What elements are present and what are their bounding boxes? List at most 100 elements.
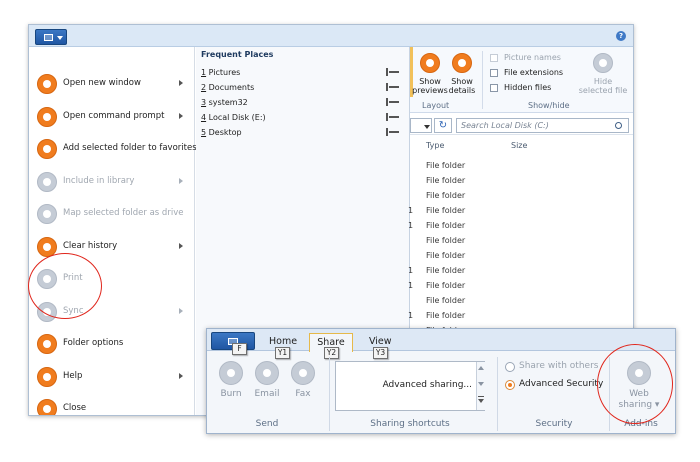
menu-item-icon xyxy=(37,106,57,127)
send-group-label: Send xyxy=(255,419,279,429)
menu-item-label: Close xyxy=(63,403,87,413)
submenu-arrow-icon xyxy=(179,372,183,379)
menu-item-label: Include in library xyxy=(63,175,135,186)
highlight-circle-sync xyxy=(28,253,102,319)
pin-icon[interactable] xyxy=(386,68,399,76)
file-type-cell[interactable]: File folder xyxy=(426,281,465,290)
advanced-sharing-item[interactable]: Advanced sharing... xyxy=(336,380,472,390)
keytip-home: Y1 xyxy=(275,347,290,359)
menu-item[interactable]: Folder options xyxy=(29,328,195,360)
highlight-circle-web-sharing xyxy=(597,344,673,424)
group-divider xyxy=(497,357,498,431)
truncated-date-cell: 1 xyxy=(408,266,414,275)
option-label: Advanced Security xyxy=(519,379,604,389)
window-icon xyxy=(44,34,53,41)
menu-item-icon xyxy=(37,74,57,94)
file-menu-button[interactable] xyxy=(35,29,67,45)
frequent-place-item[interactable]: 5 Desktop xyxy=(201,128,401,142)
menu-item-icon xyxy=(37,171,57,192)
menu-item-label: Open new window xyxy=(63,78,141,88)
share-with-others-option[interactable]: Share with others xyxy=(505,361,605,375)
menu-item-label: Open command prompt xyxy=(63,110,165,121)
sharing-shortcuts-group-label: Sharing shortcuts xyxy=(370,419,450,429)
pin-icon[interactable] xyxy=(386,98,399,106)
email-button[interactable]: Email xyxy=(253,361,281,403)
menu-item-label: Folder options xyxy=(63,338,124,348)
file-type-cell[interactable]: File folder xyxy=(426,221,465,230)
option-label: Share with others xyxy=(519,361,599,371)
frequent-place-item[interactable]: 4 Local Disk (E:) xyxy=(201,113,401,127)
file-type-cell[interactable]: File folder xyxy=(426,251,465,260)
frequent-place-item[interactable]: 1 Pictures xyxy=(201,68,401,82)
truncated-date-cell: 1 xyxy=(408,311,414,320)
menu-item-label: Help xyxy=(63,370,83,381)
truncated-date-cell: 1 xyxy=(408,206,414,215)
file-type-cell[interactable]: File folder xyxy=(426,206,465,215)
group-divider xyxy=(329,357,330,431)
expand-gallery-icon[interactable] xyxy=(478,399,484,403)
tab-view[interactable]: View xyxy=(369,336,392,347)
keytip-share: Y2 xyxy=(324,347,339,359)
place-label: Pictures xyxy=(208,68,241,77)
menu-item-label: Add selected folder to favorites xyxy=(63,143,197,153)
submenu-arrow-icon xyxy=(179,80,183,86)
pin-icon[interactable] xyxy=(386,113,399,121)
menu-item-icon xyxy=(37,399,57,415)
file-type-cell[interactable]: File folder xyxy=(426,266,465,275)
scroll-up-icon[interactable] xyxy=(478,366,484,370)
pin-icon[interactable] xyxy=(386,83,399,91)
pin-icon[interactable] xyxy=(386,128,399,136)
file-type-cell[interactable]: File folder xyxy=(426,311,465,320)
email-label: Email xyxy=(254,389,280,399)
menu-item[interactable]: Open new window xyxy=(29,68,195,100)
truncated-date-cell: 1 xyxy=(408,281,414,290)
menu-item-icon xyxy=(37,204,57,224)
file-type-cell[interactable]: File folder xyxy=(426,236,465,245)
submenu-arrow-icon xyxy=(179,307,183,314)
file-type-cell[interactable]: File folder xyxy=(426,176,465,185)
sharing-gallery[interactable]: Advanced sharing... xyxy=(335,361,485,411)
menu-item-icon xyxy=(37,139,57,159)
menu-item[interactable]: Include in library xyxy=(29,166,195,198)
file-menu: Open new window Open command prompt Add se… xyxy=(29,47,197,415)
file-type-cell[interactable]: File folder xyxy=(426,191,465,200)
place-label: Desktop xyxy=(208,128,242,137)
submenu-arrow-icon xyxy=(179,177,183,184)
submenu-arrow-icon xyxy=(179,242,183,249)
menu-item[interactable]: Help xyxy=(29,361,195,393)
gallery-scrollbar[interactable] xyxy=(476,362,485,410)
burn-disc-icon xyxy=(219,361,243,385)
radio-button xyxy=(505,362,515,372)
truncated-date-cell: 1 xyxy=(408,221,414,230)
menu-item-label: Clear history xyxy=(63,240,118,251)
burn-button[interactable]: Burn xyxy=(217,361,245,403)
fax-icon xyxy=(291,361,315,385)
frequent-place-item[interactable]: 2 Documents xyxy=(201,83,401,97)
place-label: system32 xyxy=(208,98,248,107)
keytip-file: F xyxy=(232,343,247,355)
keytip-view: Y3 xyxy=(373,347,388,359)
menu-item-icon xyxy=(37,334,57,354)
security-group-label: Security xyxy=(535,419,573,429)
radio-button xyxy=(505,380,515,390)
file-type-cell[interactable]: File folder xyxy=(426,296,465,305)
frequent-places-header: Frequent Places xyxy=(201,50,274,59)
fax-label: Fax xyxy=(295,389,311,399)
email-icon xyxy=(255,361,279,385)
menu-item-icon xyxy=(37,366,57,387)
fax-button[interactable]: Fax xyxy=(289,361,317,403)
place-label: Local Disk (E:) xyxy=(208,113,266,122)
menu-item[interactable]: Close xyxy=(29,393,195,415)
frequent-place-item[interactable]: 3 system32 xyxy=(201,98,401,112)
chevron-down-icon xyxy=(57,36,63,40)
menu-item[interactable]: Open command prompt xyxy=(29,101,195,133)
burn-label: Burn xyxy=(220,389,242,399)
place-label: Documents xyxy=(208,83,255,92)
menu-item[interactable]: Add selected folder to favorites xyxy=(29,133,197,165)
scroll-down-icon[interactable] xyxy=(478,382,484,386)
tab-home[interactable]: Home xyxy=(269,336,297,347)
menu-item[interactable]: Map selected folder as drive xyxy=(29,198,195,230)
menu-item-label: Map selected folder as drive xyxy=(63,208,184,218)
advanced-security-option[interactable]: Advanced Security xyxy=(505,379,605,393)
file-type-cell[interactable]: File folder xyxy=(426,161,465,170)
